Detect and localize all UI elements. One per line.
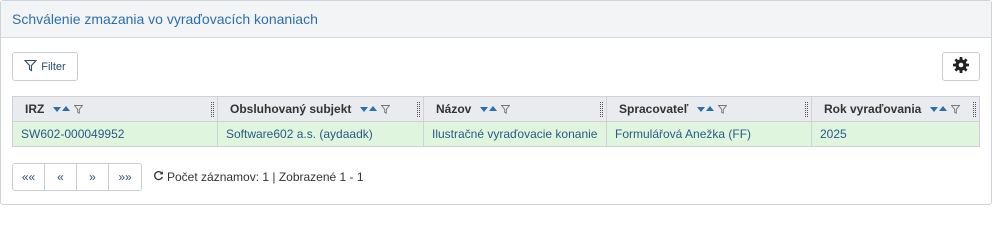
toolbar: Filter xyxy=(12,52,980,81)
column-resize-handle[interactable] xyxy=(600,102,603,117)
record-count-text: Počet záznamov: 1 | Zobrazené 1 - 1 xyxy=(167,170,364,184)
filter-button[interactable]: Filter xyxy=(12,52,78,81)
prev-page-button[interactable]: « xyxy=(45,164,77,190)
column-header-subject[interactable]: Obsluhovaný subjekt xyxy=(218,97,424,121)
last-page-button[interactable]: »» xyxy=(109,164,141,190)
grid-header: IRZ Obsluhovaný subjekt Názov Spracovate… xyxy=(12,96,980,122)
data-grid: IRZ Obsluhovaný subjekt Názov Spracovate… xyxy=(12,96,980,147)
panel-header: Schválenie zmazania vo vyraďovacích kona… xyxy=(1,1,991,38)
cell-irz[interactable]: SW602-000049952 xyxy=(13,122,218,146)
next-page-button[interactable]: » xyxy=(77,164,109,190)
cell-subject[interactable]: Software602 a.s. (aydaadk) xyxy=(218,122,424,146)
approval-panel: Schválenie zmazania vo vyraďovacích kona… xyxy=(0,0,992,205)
column-filter-icon[interactable] xyxy=(501,104,511,114)
cell-year[interactable]: 2025 xyxy=(812,122,979,146)
column-resize-handle[interactable] xyxy=(805,102,808,117)
record-count-status: Počet záznamov: 1 | Zobrazené 1 - 1 xyxy=(153,170,364,184)
sort-icon[interactable] xyxy=(360,106,378,112)
first-page-button[interactable]: «« xyxy=(13,164,45,190)
cell-name[interactable]: Ilustračné vyraďovacie konanie xyxy=(424,122,607,146)
settings-button[interactable] xyxy=(942,52,980,81)
column-resize-handle[interactable] xyxy=(417,102,420,117)
sort-icon[interactable] xyxy=(53,106,71,112)
column-resize-handle[interactable] xyxy=(211,102,214,117)
column-filter-icon[interactable] xyxy=(381,104,391,114)
sort-icon[interactable] xyxy=(480,106,498,112)
sort-icon[interactable] xyxy=(930,106,948,112)
column-header-year[interactable]: Rok vyraďovania xyxy=(812,97,979,121)
page-title: Schválenie zmazania vo vyraďovacích kona… xyxy=(12,11,318,27)
column-header-name[interactable]: Názov xyxy=(424,97,607,121)
filter-button-label: Filter xyxy=(41,60,66,73)
sort-icon[interactable] xyxy=(697,106,715,112)
refresh-icon[interactable] xyxy=(153,170,164,184)
column-filter-icon[interactable] xyxy=(74,104,84,114)
table-row[interactable]: SW602-000049952 Software602 a.s. (aydaad… xyxy=(12,122,980,147)
pagination: «« « » »» xyxy=(12,163,142,191)
cell-processor[interactable]: Formulářová Anežka (FF) xyxy=(607,122,812,146)
filter-icon xyxy=(24,59,38,75)
gear-icon xyxy=(952,56,970,77)
column-filter-icon[interactable] xyxy=(718,104,728,114)
column-header-irz[interactable]: IRZ xyxy=(13,97,218,121)
column-filter-icon[interactable] xyxy=(951,104,961,114)
column-resize-handle[interactable] xyxy=(973,102,976,117)
column-header-processor[interactable]: Spracovateľ xyxy=(607,97,812,121)
